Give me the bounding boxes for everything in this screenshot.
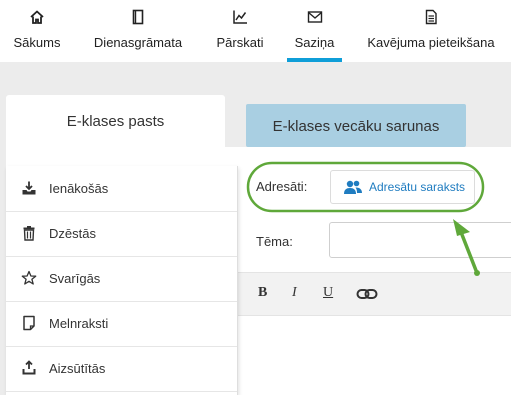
annotation-arrow-tail: [474, 270, 480, 276]
highlight-ellipse: [246, 161, 485, 213]
annotation-overlay: [246, 161, 485, 276]
annotation-arrow-head: [453, 219, 470, 236]
